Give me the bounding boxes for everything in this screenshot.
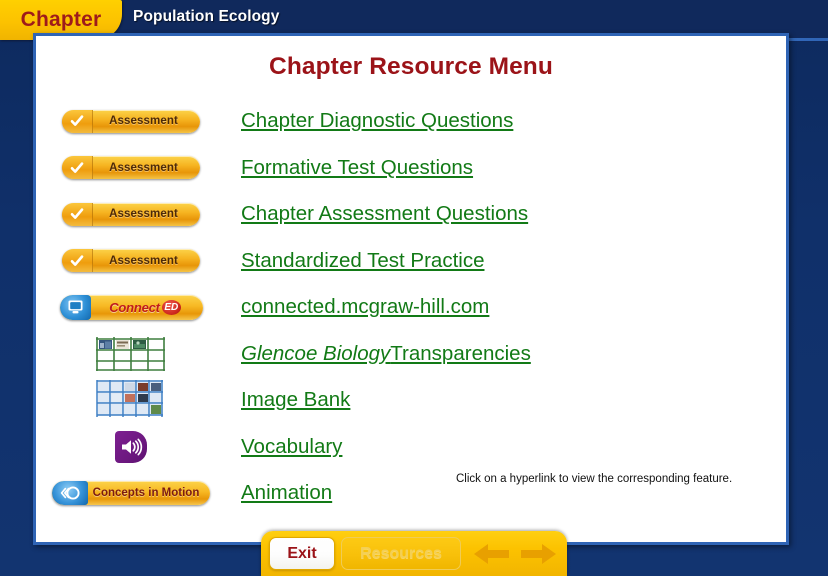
exit-label: Exit — [287, 544, 317, 562]
monitor-icon — [59, 294, 91, 320]
link-italic-part: Glencoe Biology — [241, 341, 391, 365]
transparencies-grid-icon[interactable] — [95, 334, 167, 374]
link-chapter-diagnostic-questions[interactable]: Chapter Diagnostic Questions — [241, 98, 513, 145]
assessment-button-icon[interactable]: Assessment — [62, 202, 200, 226]
image-bank-icon-cell[interactable] — [36, 377, 226, 424]
list-item[interactable]: Assessment Chapter Assessment Questions — [36, 191, 786, 238]
check-icon — [62, 249, 93, 273]
list-item[interactable]: Assessment Chapter Diagnostic Questions — [36, 98, 786, 145]
list-item[interactable]: Assessment Formative Test Questions — [36, 145, 786, 192]
list-item[interactable]: Image Bank — [36, 377, 786, 424]
check-icon — [62, 109, 93, 133]
forward-arrow-icon[interactable] — [517, 539, 559, 569]
chapter-tab-label: Chapter — [20, 7, 102, 31]
assessment-button-icon[interactable]: Assessment — [62, 249, 200, 273]
assessment-label: Assessment — [109, 208, 178, 221]
assessment-icon-cell[interactable]: Assessment — [36, 98, 226, 145]
content-card-border: Chapter Resource Menu Assessment Chapter… — [33, 33, 789, 545]
transparencies-icon-cell[interactable] — [36, 331, 226, 378]
back-arrow-icon[interactable] — [471, 539, 513, 569]
list-item[interactable]: Glencoe Biology Transparencies — [36, 331, 786, 378]
check-icon — [62, 202, 93, 226]
exit-button[interactable]: Exit — [269, 537, 336, 570]
assessment-button-icon[interactable]: Assessment — [62, 109, 200, 133]
link-image-bank[interactable]: Image Bank — [241, 377, 350, 424]
resources-label: Resources — [360, 544, 442, 562]
link-chapter-assessment-questions[interactable]: Chapter Assessment Questions — [241, 191, 528, 238]
assessment-label: Assessment — [109, 254, 178, 267]
assessment-icon-cell[interactable]: Assessment — [36, 145, 226, 192]
connect-ed-button-icon[interactable]: Connect ED — [59, 294, 203, 320]
connect-ed-label-group: Connect ED — [91, 299, 203, 315]
concepts-in-motion-label: Concepts in Motion — [92, 487, 200, 500]
presentation-stage: Chapter Population Ecology Chapter Resou… — [0, 0, 828, 576]
list-item[interactable]: Connect ED connected.mcgraw-hill.com — [36, 284, 786, 331]
link-standardized-test-practice[interactable]: Standardized Test Practice — [241, 238, 484, 285]
check-icon — [62, 156, 93, 180]
menu-title: Chapter Resource Menu — [269, 53, 553, 80]
image-bank-grid-icon[interactable] — [94, 378, 168, 422]
page-title: Population Ecology — [133, 8, 280, 25]
hint-text: Click on a hyperlink to view the corresp… — [456, 473, 733, 485]
bottom-toolbar: Exit Resources — [261, 531, 567, 576]
link-glencoe-biology-transparencies[interactable]: Glencoe Biology Transparencies — [241, 331, 531, 378]
link-formative-test-questions[interactable]: Formative Test Questions — [241, 145, 473, 192]
link-plain-part: Transparencies — [390, 341, 531, 365]
assessment-label: Assessment — [109, 115, 178, 128]
concepts-in-motion-button-icon[interactable]: Concepts in Motion — [52, 481, 210, 506]
vocabulary-icon-cell[interactable] — [36, 424, 226, 471]
audio-speaker-icon[interactable] — [115, 430, 147, 463]
connect-ed-icon-cell[interactable]: Connect ED — [36, 284, 226, 331]
link-vocabulary[interactable]: Vocabulary — [241, 424, 342, 471]
motion-circle-icon — [52, 481, 88, 506]
resources-button[interactable]: Resources — [341, 537, 461, 570]
list-item[interactable]: Vocabulary — [36, 424, 786, 471]
connect-label: Connect — [109, 299, 160, 315]
ed-badge: ED — [161, 299, 181, 315]
assessment-icon-cell[interactable]: Assessment — [36, 238, 226, 285]
resource-list: Assessment Chapter Diagnostic Questions … — [36, 98, 786, 517]
content-card: Chapter Resource Menu Assessment Chapter… — [36, 36, 786, 542]
link-animation[interactable]: Animation — [241, 470, 332, 517]
navigation-arrows — [471, 539, 559, 569]
assessment-label: Assessment — [109, 161, 178, 174]
link-connected-mcgraw-hill[interactable]: connected.mcgraw-hill.com — [241, 284, 489, 331]
assessment-button-icon[interactable]: Assessment — [62, 156, 200, 180]
assessment-icon-cell[interactable]: Assessment — [36, 191, 226, 238]
concepts-in-motion-icon-cell[interactable]: Concepts in Motion — [36, 470, 226, 517]
list-item[interactable]: Assessment Standardized Test Practice — [36, 238, 786, 285]
